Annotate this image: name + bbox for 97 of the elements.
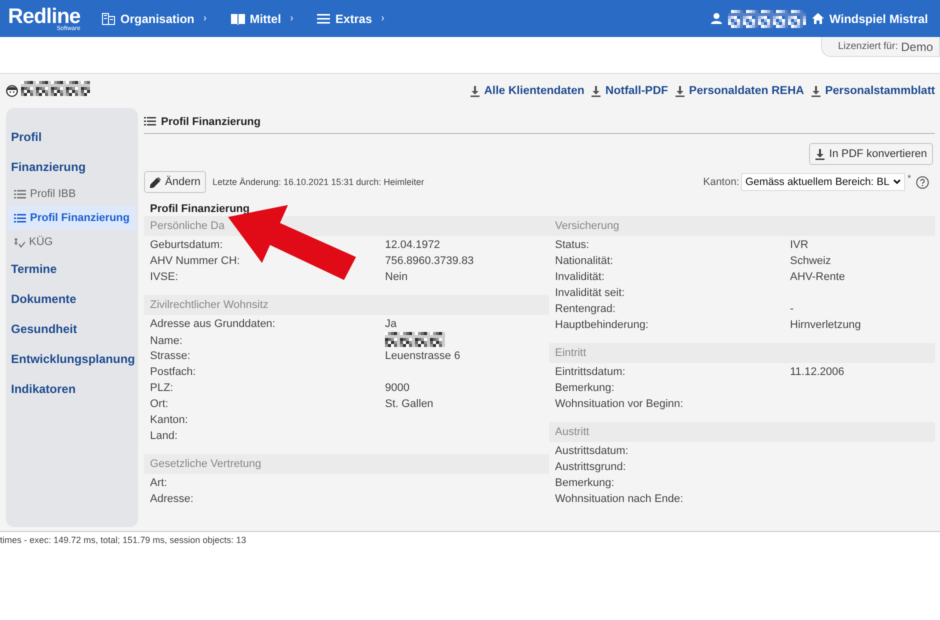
menu-icon (317, 14, 330, 24)
field-value: Leuenstrasse 6 (385, 350, 462, 362)
section-title: Eintritt (555, 347, 586, 359)
field-value: Hirnverletzung (790, 319, 862, 331)
field-value: Schweiz (790, 255, 832, 267)
list-icon (14, 190, 26, 198)
logo[interactable]: Redline (8, 6, 80, 26)
field-value: 9000 (385, 382, 410, 394)
field-label: Adresse aus Grunddaten: (150, 318, 276, 330)
section-title: Versicherung (555, 220, 620, 232)
home-icon (812, 13, 824, 24)
required-mark: * (907, 173, 911, 183)
field-label: Austrittsgrund: (555, 461, 627, 473)
redacted-value (385, 332, 445, 347)
section-title: Zivilrechtlicher Wohnsitz (150, 299, 268, 311)
field-value: 11.12.2006 (790, 366, 846, 378)
field-value: 756.8960.3739.83 (385, 255, 475, 267)
canton-select[interactable]: Gemäss aktuellem Bereich: BL (741, 173, 906, 191)
field-label: Postfach: (150, 366, 197, 378)
download-link[interactable]: Personaldaten REHA (675, 85, 804, 97)
field-value: AHV-Rente (790, 271, 846, 283)
field-label: Kanton: (150, 414, 189, 426)
field-label: Invalidität seit: (555, 287, 626, 299)
redacted-name (21, 81, 90, 96)
sidebar-item[interactable]: Profil IBB (8, 182, 136, 206)
nav-menu[interactable]: Mittel › (230, 12, 294, 26)
license-value: Demo (900, 40, 933, 54)
field-value: Ja (385, 318, 398, 330)
user-icon (711, 13, 722, 24)
sidebar-item[interactable]: Profil Finanzierung (8, 206, 136, 230)
field-label: Land: (150, 430, 179, 442)
list-icon (14, 214, 26, 222)
field-label: Bemerkung: (555, 382, 616, 394)
book-icon (230, 12, 245, 24)
home-link[interactable]: Windspiel Mistral (812, 12, 928, 26)
field-label: Wohnsituation nach Ende: (555, 493, 684, 505)
sidebar-item[interactable]: Gesundheit (8, 314, 136, 344)
field-label: Nationalität: (555, 255, 614, 267)
list-icon (144, 117, 156, 126)
field-label: Ort: (150, 398, 170, 410)
section-title: Persönliche Da (150, 220, 225, 232)
pdf-button[interactable]: In PDF konvertieren (809, 143, 933, 165)
field-label: Wohnsituation vor Beginn: (555, 398, 684, 410)
field-label: PLZ: (150, 382, 174, 394)
chevron-down-icon (893, 179, 902, 185)
field-label: Art: (150, 477, 168, 489)
form-title: Profil Finanzierung (150, 203, 251, 215)
sidebar-item[interactable]: Termine (8, 254, 136, 284)
last-change-text: Letzte Änderung: 16.10.2021 15:31 durch: Heimleiter (212, 177, 424, 187)
timing-footer: times - exec: 149.72 ms, total; 151.79 ms, session objects: 13 (0, 532, 940, 548)
field-value: St. Gallen (385, 398, 434, 410)
sidebar-item[interactable]: Indikatoren (8, 374, 136, 404)
download-icon (470, 86, 480, 96)
field-value: Nein (385, 271, 409, 283)
sidebar-item[interactable]: Finanzierung (8, 152, 136, 182)
license-label: Lizenziert für: (838, 41, 898, 52)
field-value: 12.04.1972 (385, 239, 442, 251)
field-label: Strasse: (150, 350, 192, 362)
field-label: Invalidität: (555, 271, 606, 283)
edit-button[interactable]: Ändern (144, 171, 206, 193)
download-icon (675, 86, 686, 96)
field-label: Geburtsdatum: (150, 239, 224, 251)
chevron-icon: › (203, 13, 207, 24)
avatar-icon (6, 85, 18, 97)
field-value: IVR (790, 239, 810, 251)
download-link[interactable]: Notfall-PDF (591, 85, 668, 97)
sidebar-item[interactable]: Entwicklungsplanung (8, 344, 136, 374)
chevron-icon: › (290, 13, 294, 24)
download-icon (591, 86, 602, 96)
sidebar-item[interactable]: KÜG (8, 230, 136, 254)
building-icon (102, 12, 116, 24)
field-label: IVSE: (150, 271, 180, 283)
field-label: Eintrittsdatum: (555, 366, 626, 378)
field-label: Rentengrad: (555, 303, 617, 315)
field-label: Bemerkung: (555, 477, 616, 489)
download-icon (811, 86, 822, 96)
nav-menu[interactable]: Organisation › (102, 12, 207, 26)
download-link[interactable]: Personalstammblatt (811, 85, 935, 97)
field-label: Hauptbehinderung: (555, 319, 650, 331)
field-label: Adresse: (150, 493, 194, 505)
field-label: Status: (555, 239, 590, 251)
sidebar-item[interactable]: Dokumente (8, 284, 136, 314)
pencil-icon (150, 176, 161, 188)
nav-menu[interactable]: Extras › (317, 12, 384, 26)
sidebar-item[interactable]: Profil (8, 122, 136, 152)
download-link[interactable]: Alle Klientendaten (470, 85, 584, 97)
section-title: Gesetzliche Vertretung (150, 458, 262, 470)
field-value: - (790, 303, 795, 315)
field-label: AHV Nummer CH: (150, 255, 241, 267)
chevron-icon: › (381, 13, 384, 24)
canton-label: Kanton: (703, 176, 740, 188)
page-title: Profil Finanzierung (161, 116, 261, 128)
section-title: Austritt (555, 426, 590, 438)
download-icon (815, 148, 826, 160)
help-icon[interactable] (916, 176, 929, 188)
field-label: Austrittsdatum: (555, 445, 630, 457)
field-label: Name: (150, 335, 184, 347)
